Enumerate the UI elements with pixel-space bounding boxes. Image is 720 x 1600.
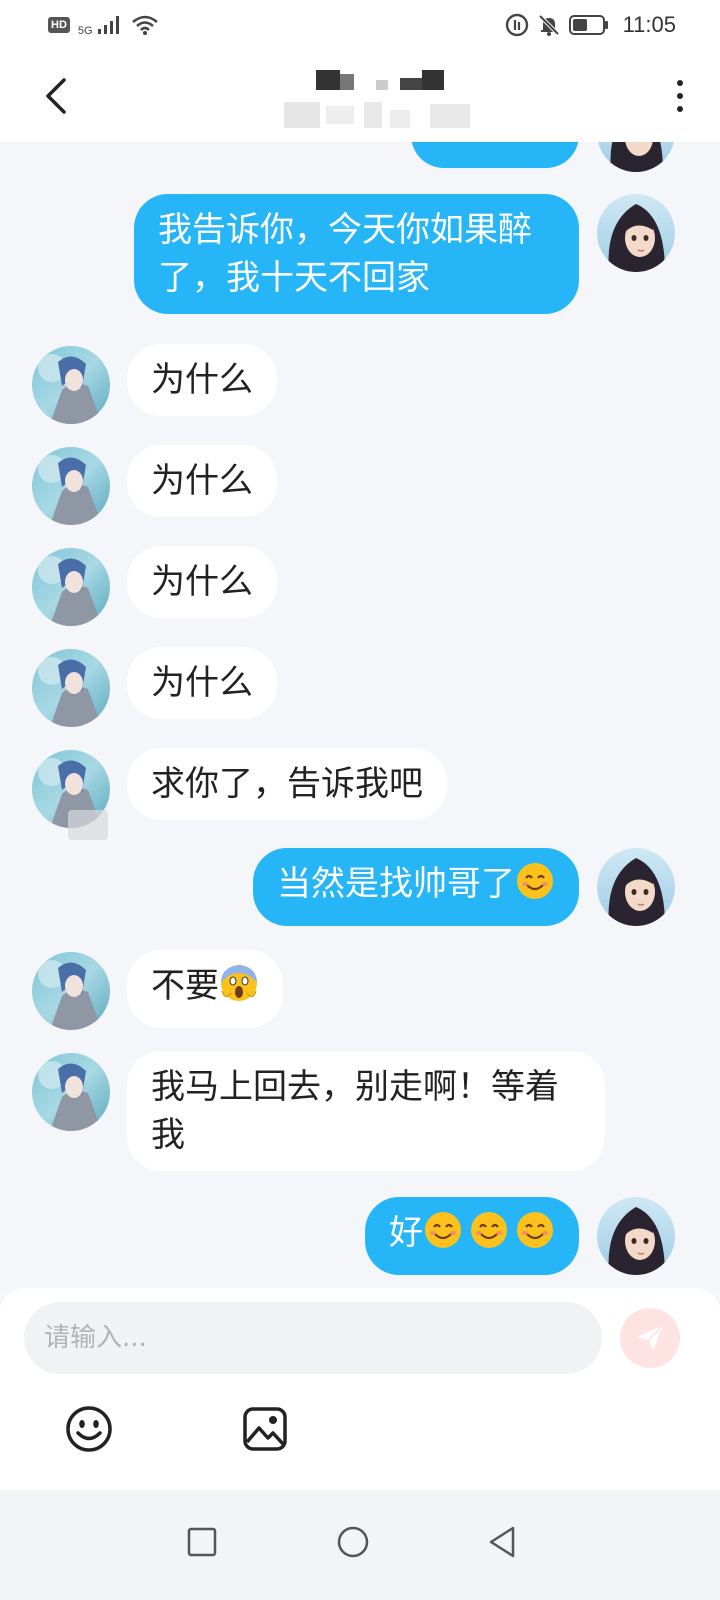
- avatar-other[interactable]: [32, 548, 110, 626]
- hd-icon: HD: [48, 17, 70, 33]
- avatar-other[interactable]: [32, 649, 110, 727]
- message-text: 当然是找帅哥了: [277, 864, 515, 904]
- status-right: 11:05: [505, 12, 676, 38]
- avatar-me[interactable]: [597, 1197, 675, 1275]
- avatar-other[interactable]: [32, 1053, 110, 1131]
- triangle-back-icon: [489, 1526, 515, 1558]
- avatar-me[interactable]: [597, 194, 675, 272]
- avatar-other[interactable]: [32, 952, 110, 1030]
- chevron-left-icon: [46, 78, 66, 114]
- home-button[interactable]: [323, 1512, 383, 1572]
- chat-header: [0, 50, 720, 142]
- message-input[interactable]: [24, 1302, 602, 1374]
- circle-icon: [337, 1526, 369, 1558]
- message-bubble-other[interactable]: 不要: [127, 950, 283, 1028]
- composer: [0, 1288, 720, 1490]
- network-type-label: 5G: [77, 25, 93, 37]
- back-nav-button[interactable]: [472, 1512, 532, 1572]
- message-bubble-partial: [411, 142, 579, 168]
- square-icon: [187, 1527, 217, 1557]
- back-button[interactable]: [44, 66, 84, 126]
- chat-title-area: [260, 66, 480, 130]
- message-bubble-other[interactable]: 为什么: [127, 546, 277, 618]
- screaming-face-emoji: [219, 963, 259, 1016]
- emoji-button[interactable]: [64, 1404, 114, 1454]
- smiling-face-emoji: [469, 1210, 509, 1263]
- wifi-icon: [131, 15, 158, 35]
- signal-icon: [97, 16, 119, 34]
- message-list[interactable]: 我告诉你，今天你如果醉了，我十天不回家 为什么 为什么 为什么 为什么 求你了，…: [0, 142, 720, 1288]
- status-bar: HD 5G 11:05: [0, 0, 720, 50]
- status-time: 11:05: [622, 12, 676, 37]
- message-text: 好: [389, 1213, 423, 1253]
- send-icon: [637, 1324, 664, 1351]
- smiley-icon: [66, 1406, 112, 1452]
- avatar-me[interactable]: [597, 848, 675, 926]
- avatar-me[interactable]: [597, 142, 675, 172]
- smiling-face-emoji: [515, 861, 555, 914]
- message-bubble-me[interactable]: 好: [365, 1197, 579, 1275]
- status-left: HD 5G: [48, 13, 159, 37]
- smiling-face-emoji: [515, 1210, 555, 1263]
- message-text: 不要: [151, 966, 219, 1006]
- send-button[interactable]: [620, 1308, 680, 1368]
- recent-apps-button[interactable]: [172, 1512, 232, 1572]
- battery-icon: [568, 15, 608, 35]
- message-bubble-other[interactable]: 为什么: [127, 647, 277, 719]
- sync-icon: [505, 13, 528, 37]
- mute-bell-icon: [538, 14, 559, 36]
- message-bubble-me[interactable]: 当然是找帅哥了: [253, 848, 579, 926]
- smiling-face-emoji: [423, 1210, 463, 1263]
- blur-patch: [68, 810, 108, 840]
- avatar-other[interactable]: [32, 447, 110, 525]
- image-button[interactable]: [240, 1404, 290, 1454]
- message-bubble-me[interactable]: 我告诉你，今天你如果醉了，我十天不回家: [134, 194, 579, 314]
- message-bubble-other[interactable]: 为什么: [127, 344, 277, 416]
- message-bubble-other[interactable]: 我马上回去，别走啊！等着我: [127, 1051, 605, 1171]
- message-bubble-other[interactable]: 求你了，告诉我吧: [127, 748, 447, 820]
- message-bubble-other[interactable]: 为什么: [127, 445, 277, 517]
- system-nav-bar: [0, 1490, 720, 1600]
- image-icon: [243, 1407, 287, 1451]
- more-options-button[interactable]: [670, 71, 690, 121]
- avatar-other[interactable]: [32, 346, 110, 424]
- blurred-name-mosaic: [316, 70, 340, 90]
- more-vertical-icon: [677, 80, 683, 86]
